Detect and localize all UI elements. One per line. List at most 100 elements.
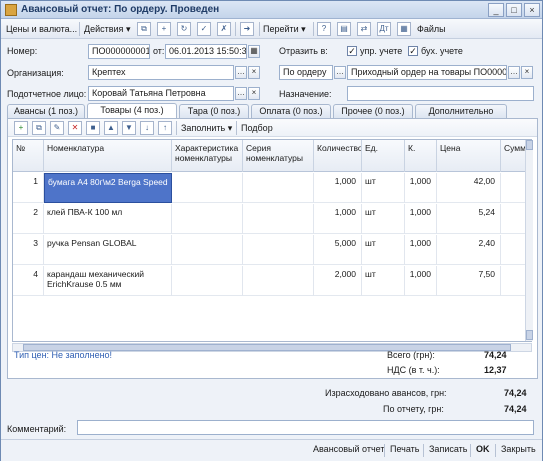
row-quantity[interactable]: 2,000	[314, 266, 362, 296]
minimize-icon[interactable]: _	[488, 3, 504, 17]
fill-menu[interactable]: Заполнить ▾	[181, 121, 232, 135]
scroll-down-icon[interactable]	[526, 330, 533, 340]
column-header-number[interactable]: №	[13, 140, 44, 172]
column-header-unit[interactable]: Ед.	[362, 140, 405, 172]
organization-clear-icon[interactable]: ×	[248, 66, 260, 79]
scroll-up-icon[interactable]	[526, 140, 533, 150]
table-row[interactable]: 3 ручка Pensan GLOBAL 5,000 шт 1,000 2,4…	[13, 235, 531, 265]
mgmt-accounting-checkbox[interactable]: ✓	[347, 46, 357, 56]
row-price[interactable]: 5,24	[437, 204, 501, 234]
column-header-item[interactable]: Номенклатура	[44, 140, 172, 172]
order-document-field[interactable]: Приходный ордер на товары ПО0000	[347, 65, 507, 80]
save-button[interactable]: Записать	[429, 444, 467, 454]
row-characteristic[interactable]	[172, 235, 243, 265]
row-unit[interactable]: шт	[362, 266, 405, 296]
row-k[interactable]: 1,000	[405, 173, 437, 203]
book-accounting-checkbox[interactable]: ✓	[408, 46, 418, 56]
delete-row-icon[interactable]: ✕	[68, 121, 82, 135]
tab-containers[interactable]: Тара (0 поз.)	[179, 104, 249, 118]
row-characteristic[interactable]	[172, 204, 243, 234]
sort-desc-icon[interactable]: ↑	[158, 121, 172, 135]
new-icon[interactable]: +	[157, 22, 171, 36]
tab-additional[interactable]: Дополнительно	[415, 104, 507, 118]
copy-icon[interactable]: ⧉	[137, 22, 151, 36]
tab-advances[interactable]: Авансы (1 поз.)	[7, 104, 85, 118]
person-select-icon[interactable]: …	[235, 87, 247, 100]
table-row[interactable]: 2 клей ПВА-К 100 мл 1,000 шт 1,000 5,24	[13, 204, 531, 234]
goto-menu[interactable]: Перейти ▾	[263, 22, 306, 36]
person-clear-icon[interactable]: ×	[248, 87, 260, 100]
copy-row-icon[interactable]: ⧉	[32, 121, 46, 135]
row-series[interactable]	[243, 204, 314, 234]
row-item[interactable]: карандаш механический ErichKrause 0.5 мм	[44, 266, 172, 296]
row-characteristic[interactable]	[172, 173, 243, 203]
row-characteristic[interactable]	[172, 266, 243, 296]
row-quantity[interactable]: 1,000	[314, 204, 362, 234]
move-down-icon[interactable]: ▼	[122, 121, 136, 135]
column-header-k[interactable]: К.	[405, 140, 437, 172]
debit-credit-icon[interactable]: Дт	[377, 22, 391, 36]
movements-icon[interactable]: ⇄	[357, 22, 371, 36]
based-on-icon[interactable]: ➜	[240, 22, 254, 36]
ok-button[interactable]: OK	[476, 444, 490, 454]
calendar-icon[interactable]: ▦	[248, 45, 260, 58]
row-series[interactable]	[243, 266, 314, 296]
column-header-quantity[interactable]: Количество	[314, 140, 362, 172]
row-item[interactable]: клей ПВА-К 100 мл	[44, 204, 172, 234]
close-icon[interactable]: ×	[524, 3, 540, 17]
row-series[interactable]	[243, 173, 314, 203]
order-type-select-icon[interactable]: …	[334, 66, 346, 79]
column-header-series[interactable]: Серия номенклатуры	[243, 140, 314, 172]
row-quantity[interactable]: 5,000	[314, 235, 362, 265]
person-field[interactable]: Коровай Татьяна Петровна	[88, 86, 234, 101]
print-button[interactable]: Печать	[390, 444, 419, 454]
structure-icon[interactable]: ▤	[337, 22, 351, 36]
row-series[interactable]	[243, 235, 314, 265]
tab-payment[interactable]: Оплата (0 поз.)	[251, 104, 331, 118]
vertical-scrollbar[interactable]	[525, 140, 533, 341]
end-edit-icon[interactable]: ■	[86, 121, 100, 135]
organization-field[interactable]: Крептех	[88, 65, 234, 80]
tab-goods[interactable]: Товары (4 поз.)	[87, 103, 177, 119]
row-price[interactable]: 7,50	[437, 266, 501, 296]
tab-other[interactable]: Прочее (0 поз.)	[333, 104, 413, 118]
advance-report-button[interactable]: Авансовый отчет	[313, 444, 385, 454]
row-unit[interactable]: шт	[362, 235, 405, 265]
move-up-icon[interactable]: ▲	[104, 121, 118, 135]
date-field[interactable]: 06.01.2013 15:50:35	[165, 44, 247, 59]
price-type-warning[interactable]: Тип цен: Не заполнено!	[14, 350, 112, 360]
help-icon[interactable]: ?	[317, 22, 331, 36]
row-item[interactable]: ручка Pensan GLOBAL	[44, 235, 172, 265]
actions-menu[interactable]: Действия ▾	[84, 22, 130, 36]
row-k[interactable]: 1,000	[405, 266, 437, 296]
close-button[interactable]: Закрыть	[501, 444, 536, 454]
number-field[interactable]: ПО000000001	[88, 44, 150, 59]
row-item[interactable]: бумага А4 80г\м2 Berga Speed	[44, 173, 172, 203]
table-row[interactable]: 1 бумага А4 80г\м2 Berga Speed 1,000 шт …	[13, 173, 531, 203]
row-unit[interactable]: шт	[362, 204, 405, 234]
post-icon[interactable]: ✓	[197, 22, 211, 36]
row-price[interactable]: 2,40	[437, 235, 501, 265]
add-row-icon[interactable]: +	[14, 121, 28, 135]
edit-row-icon[interactable]: ✎	[50, 121, 64, 135]
row-k[interactable]: 1,000	[405, 204, 437, 234]
prices-currency-button[interactable]: Цены и валюта...	[6, 22, 77, 36]
refresh-icon[interactable]: ↻	[177, 22, 191, 36]
order-document-clear-icon[interactable]: ×	[521, 66, 533, 79]
unpost-icon[interactable]: ✗	[217, 22, 231, 36]
order-document-select-icon[interactable]: …	[508, 66, 520, 79]
select-button[interactable]: Подбор	[241, 121, 273, 135]
comment-field[interactable]	[77, 420, 534, 435]
row-quantity[interactable]: 1,000	[314, 173, 362, 203]
order-type-field[interactable]: По ордеру	[279, 65, 333, 80]
table-row[interactable]: 4 карандаш механический ErichKrause 0.5 …	[13, 266, 531, 296]
files-button[interactable]: Файлы	[417, 22, 446, 36]
maximize-icon[interactable]: □	[506, 3, 522, 17]
organization-select-icon[interactable]: …	[235, 66, 247, 79]
column-header-characteristic[interactable]: Характеристика номенклатуры	[172, 140, 243, 172]
column-header-price[interactable]: Цена	[437, 140, 501, 172]
purpose-field[interactable]	[347, 86, 534, 101]
sort-asc-icon[interactable]: ↓	[140, 121, 154, 135]
row-k[interactable]: 1,000	[405, 235, 437, 265]
row-price[interactable]: 42,00	[437, 173, 501, 203]
